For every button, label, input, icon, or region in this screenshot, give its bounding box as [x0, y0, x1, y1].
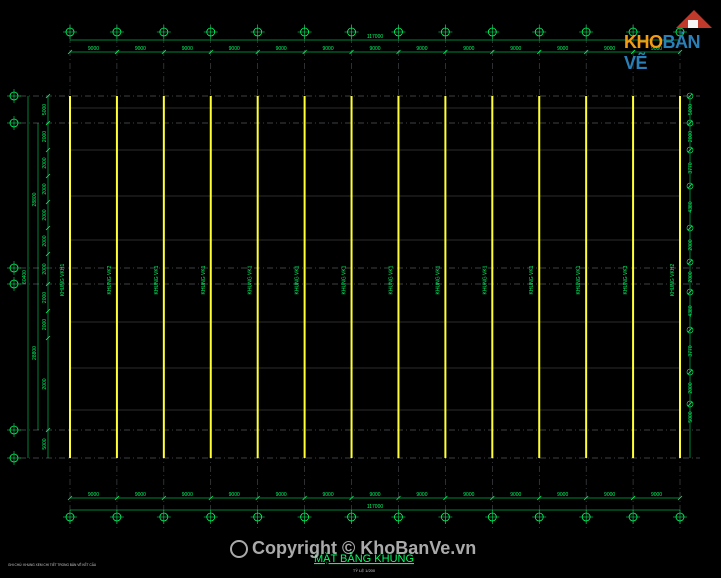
watermark-text: Copyright © KhoBanVe.vn [252, 538, 477, 558]
left-dimension-label: 5000 [42, 104, 48, 115]
group-dimension-label: 28800 [32, 346, 38, 360]
bay-dimension-label: 9000 [229, 46, 240, 52]
bay-dimension-label: 9000 [135, 492, 146, 498]
bay-dimension-label: 9000 [323, 492, 334, 498]
frame-label: KHUNG VK1 [154, 265, 160, 294]
group-dimension-label: 28800 [32, 192, 38, 206]
left-dimension-label: 2000 [42, 319, 48, 330]
left-dimension-label: 5000 [42, 438, 48, 449]
frame-label: KHUNG VK1 [248, 265, 254, 294]
left-dimension-label: 2000 [42, 183, 48, 194]
logo-text-part1: KHO [624, 32, 663, 52]
bay-dimension-label: 9000 [557, 492, 568, 498]
bay-dimension-label: 9000 [276, 46, 287, 52]
copyright-watermark: Copyright © KhoBanVe.vn [230, 538, 476, 559]
drawing-footnote: GHI CHÚ: KHUNG XEM CHI TIẾT TRONG BẢN VẼ… [8, 562, 97, 567]
right-dimension-label: 4380 [688, 305, 694, 316]
right-dimension-label: 3770 [688, 345, 694, 356]
bay-dimension-label: 9000 [557, 46, 568, 52]
frame-label: KHUNG VK1 [576, 265, 582, 294]
bay-dimension-label: 9000 [604, 492, 615, 498]
bay-dimension-label: 9000 [229, 492, 240, 498]
left-dimension-label: 2000 [42, 292, 48, 303]
frame-label: KHUNG VK1 [201, 265, 207, 294]
bay-dimension-label: 9000 [651, 492, 662, 498]
bay-dimension-label: 9000 [463, 492, 474, 498]
left-dimension-label: 2000 [42, 131, 48, 142]
bay-dimension-label: 9000 [604, 46, 615, 52]
right-dimension-label: 2000 [688, 271, 694, 282]
bay-dimension-label: 9000 [323, 46, 334, 52]
right-dimension-label: 2000 [688, 239, 694, 250]
right-dimension-label: 5000 [688, 104, 694, 115]
frame-label: KHUNG VK1 [388, 265, 394, 294]
khobanve-logo[interactable]: KHOBẢN VẼ [624, 8, 716, 73]
bay-dimension-label: 9000 [369, 492, 380, 498]
frame-plan-drawing: 9000 9000 9000 9000 9000 9000 9000 9000 9000 9000… [7, 24, 700, 573]
right-dimension-label: 4380 [688, 201, 694, 212]
left-dimension-label: 2000 [42, 378, 48, 389]
bay-dimension-label: 9000 [510, 492, 521, 498]
right-dimension-label: 2000 [688, 131, 694, 142]
frame-labels: KHUNG VKH1 KHUNG VK2 KHUNG VK1 KHUNG VK1 KHU… [60, 264, 676, 297]
bay-dimension-label: 9000 [182, 46, 193, 52]
bay-dimension-label: 9000 [416, 46, 427, 52]
frame-label: KHUNG VK1 [482, 265, 488, 294]
dimension-lines: 9000 9000 9000 9000 9000 9000 9000 9000 9000 9000… [22, 34, 694, 511]
frame-label: KHUNG VK1 [342, 265, 348, 294]
bay-dimension-label: 9000 [182, 492, 193, 498]
left-dimension-label: 2000 [42, 263, 48, 274]
frame-lines [69, 96, 681, 458]
logo-text: KHOBẢN VẼ [624, 32, 716, 74]
total-dimension-label: 117000 [367, 504, 384, 510]
right-dimension-label: 2000 [688, 382, 694, 393]
left-dimension-label: 2000 [42, 209, 48, 220]
frame-label: KHUNG VKH1 [60, 264, 66, 297]
frame-label: KHUNG VK1 [295, 265, 301, 294]
bay-dimension-label: 9000 [463, 46, 474, 52]
frame-label: KHUNG VK1 [529, 265, 535, 294]
right-dimension-label: 3770 [688, 162, 694, 173]
bay-dimension-label: 9000 [369, 46, 380, 52]
frame-label: KHUNG VK2 [107, 265, 113, 294]
left-dimension-label: 2000 [42, 157, 48, 168]
left-dimension-label: 2000 [42, 235, 48, 246]
house-window-icon [688, 20, 698, 28]
grid-lines [20, 24, 700, 528]
frame-label: KHUNG VKH2 [670, 264, 676, 297]
copyright-circle-icon [230, 540, 248, 558]
left-total-dimension-label: 60400 [22, 270, 28, 284]
frame-label: KHUNG VK3 [623, 265, 629, 294]
bay-dimension-label: 9000 [510, 46, 521, 52]
bay-dimension-label: 9000 [88, 46, 99, 52]
frame-label: KHUNG VK1 [435, 265, 441, 294]
total-dimension-label: 117000 [367, 34, 384, 40]
drawing-scale: TỶ LỆ 1/200 [353, 568, 376, 573]
bay-dimension-label: 9000 [276, 492, 287, 498]
right-dimension-label: 5000 [688, 411, 694, 422]
bay-dimension-label: 9000 [135, 46, 146, 52]
bay-dimension-label: 9000 [88, 492, 99, 498]
bay-dimension-label: 9000 [416, 492, 427, 498]
